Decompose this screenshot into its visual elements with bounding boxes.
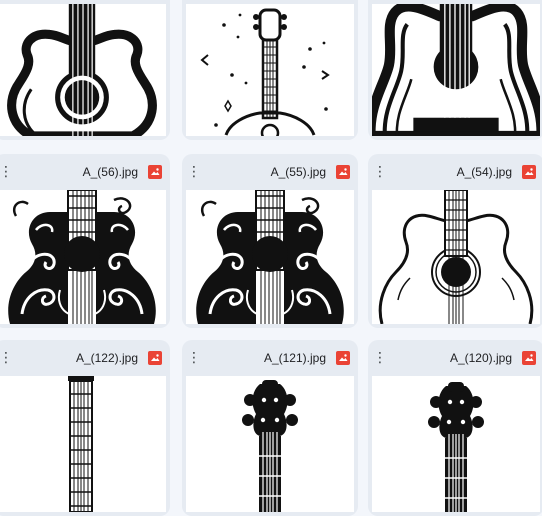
more-options-icon[interactable]: ⋮ [0, 349, 13, 367]
file-card-header: ⋮ A_(56).jpg [0, 154, 170, 190]
file-card[interactable] [182, 0, 358, 140]
file-card[interactable]: ⋮ A_(121).jpg [182, 340, 358, 516]
file-card[interactable] [368, 0, 542, 140]
image-file-icon [336, 351, 350, 365]
more-options-icon[interactable]: ⋮ [0, 163, 13, 181]
image-file-icon [522, 351, 536, 365]
image-file-icon [522, 165, 536, 179]
more-options-icon[interactable]: ⋮ [373, 349, 387, 367]
file-name: A_(54).jpg [456, 165, 512, 179]
file-thumbnail[interactable] [186, 376, 354, 512]
file-thumbnail[interactable] [0, 190, 166, 324]
file-name: A_(121).jpg [263, 351, 326, 365]
image-file-icon [148, 165, 162, 179]
acoustic-guitar-outline-image [378, 190, 534, 324]
image-file-icon [148, 351, 162, 365]
file-name: A_(122).jpg [75, 351, 138, 365]
more-options-icon[interactable]: ⋮ [373, 163, 387, 181]
more-options-icon[interactable]: ⋮ [187, 163, 201, 181]
image-file-icon [336, 165, 350, 179]
file-thumbnail[interactable] [372, 376, 540, 512]
file-thumbnail[interactable] [186, 190, 354, 324]
guitar-body-closeup-image [372, 4, 540, 136]
guitar-neck-image [68, 376, 94, 512]
file-thumbnail[interactable] [186, 4, 354, 136]
ornate-swirl-guitar-image [196, 190, 344, 324]
file-card-header: ⋮ A_(122).jpg [0, 340, 170, 376]
file-card[interactable]: ⋮ A_(55).jpg [182, 154, 358, 328]
guitar-headstock-image [242, 380, 298, 512]
file-card[interactable]: ⋮ A_(120).jpg [368, 340, 542, 516]
file-card[interactable]: ⋮ A_(54).jpg [368, 154, 542, 328]
file-name: A_(56).jpg [82, 165, 138, 179]
file-name: A_(55).jpg [270, 165, 326, 179]
file-card[interactable]: ⋮ A_(122).jpg [0, 340, 170, 516]
file-thumbnail[interactable] [0, 376, 166, 512]
file-name: A_(120).jpg [449, 351, 512, 365]
ornate-swirl-guitar-image [8, 190, 156, 324]
guitar-with-sparkles-image [200, 8, 330, 136]
file-card-header: ⋮ A_(54).jpg [368, 154, 542, 190]
file-card[interactable]: ⋮ A_(56).jpg [0, 154, 170, 328]
file-thumbnail[interactable] [372, 4, 540, 136]
guitar-body-front-image [7, 4, 157, 136]
guitar-headstock-image [428, 382, 484, 512]
file-card-header: ⋮ A_(121).jpg [182, 340, 358, 376]
file-card-header: ⋮ A_(120).jpg [368, 340, 542, 376]
file-card-header: ⋮ A_(55).jpg [182, 154, 358, 190]
file-thumbnail[interactable] [0, 4, 166, 136]
file-card[interactable] [0, 0, 170, 140]
file-thumbnail[interactable] [372, 190, 540, 324]
more-options-icon[interactable]: ⋮ [187, 349, 201, 367]
